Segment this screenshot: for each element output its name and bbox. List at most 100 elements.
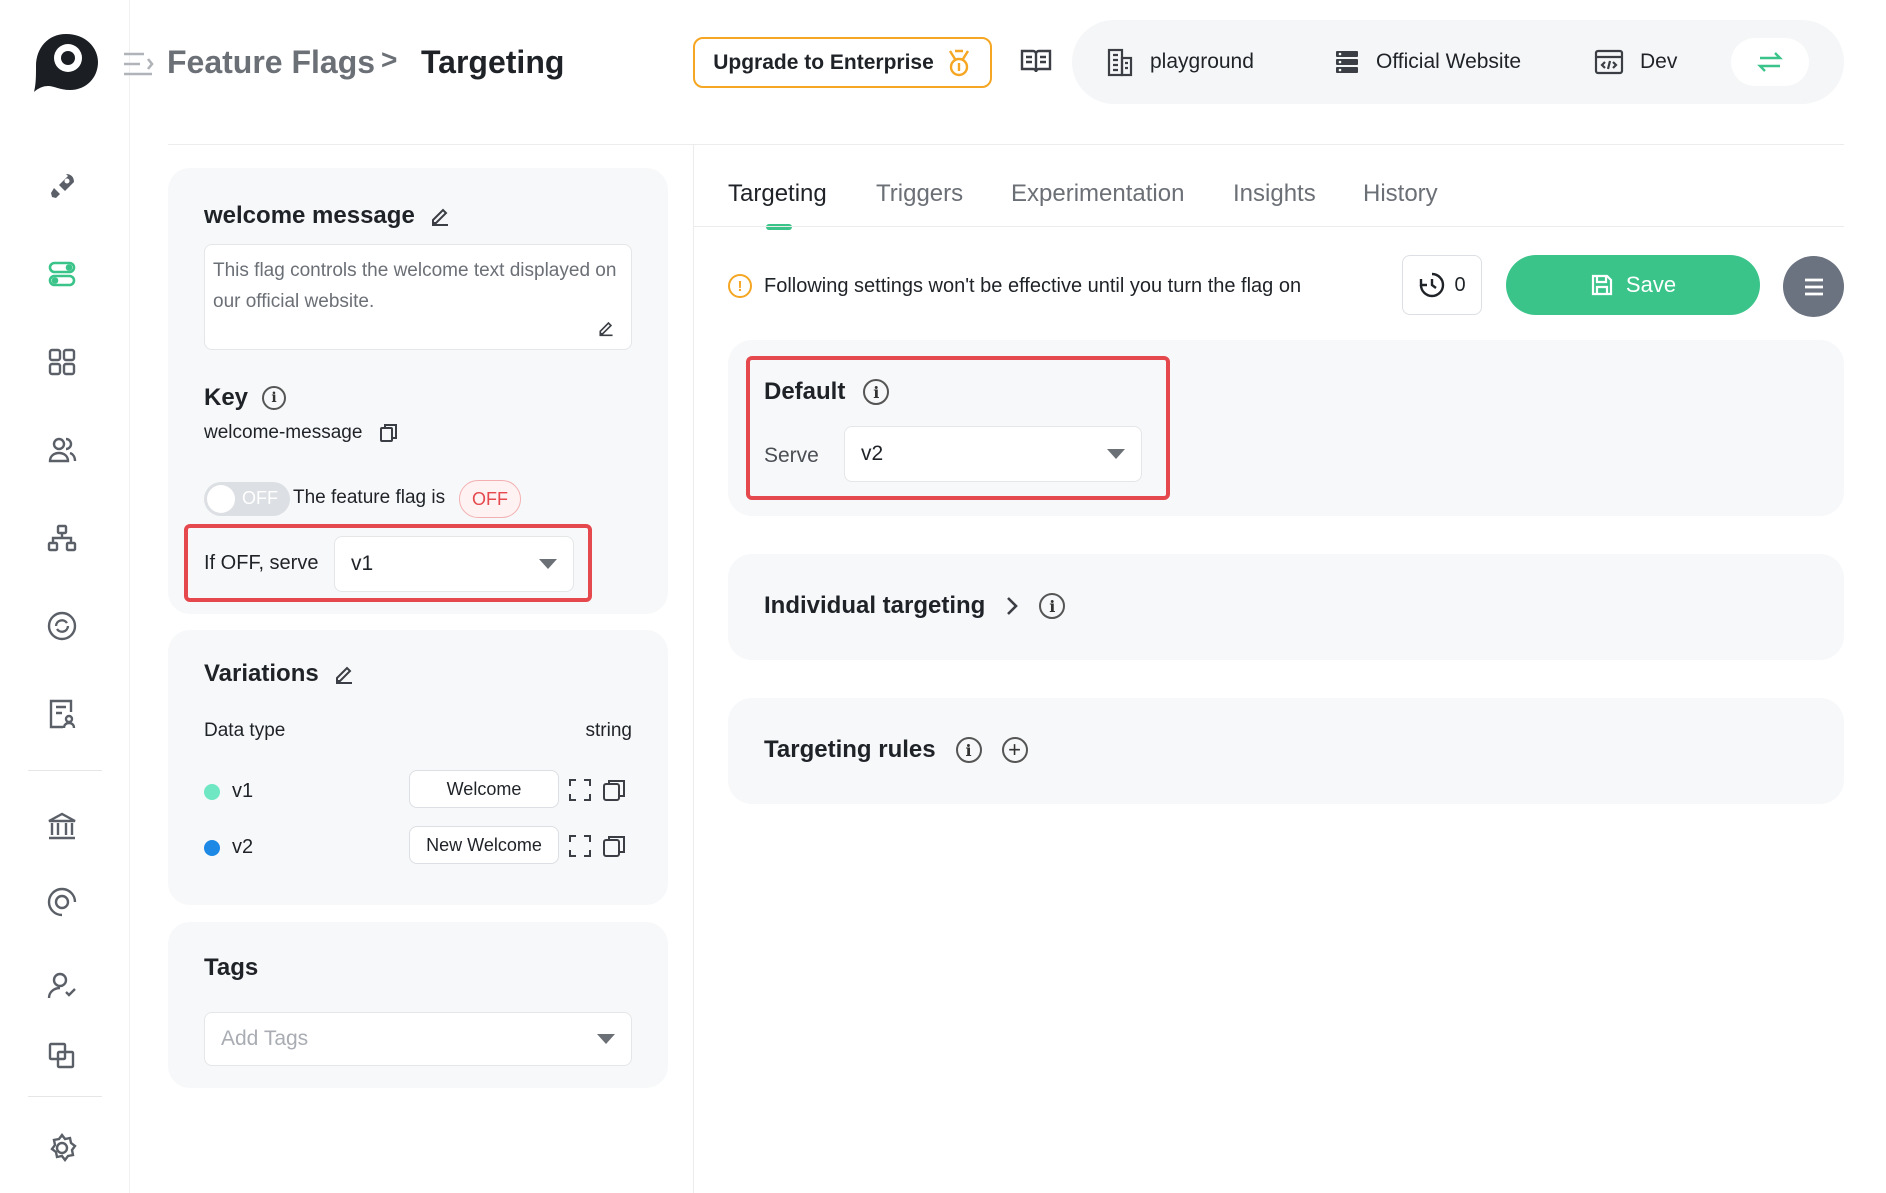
add-rule-plus-icon[interactable]: + bbox=[1001, 737, 1028, 763]
environment-selector[interactable]: Dev bbox=[1594, 20, 1677, 104]
edit-pencil-icon[interactable] bbox=[333, 663, 355, 685]
data-type-value: string bbox=[585, 720, 632, 741]
hamburger-icon bbox=[1804, 278, 1823, 295]
rail-divider bbox=[28, 1096, 102, 1097]
highlight-frame bbox=[184, 524, 592, 602]
project-selector[interactable]: playground bbox=[1106, 20, 1254, 104]
settings-gear-icon[interactable] bbox=[42, 1128, 82, 1168]
dashboard-grid-icon[interactable] bbox=[42, 342, 82, 382]
medal-icon bbox=[946, 49, 972, 77]
flag-name: welcome message bbox=[204, 202, 415, 229]
tags-select[interactable]: Add Tags bbox=[204, 1012, 632, 1066]
project-name: playground bbox=[1150, 50, 1254, 73]
chevron-right-icon[interactable] bbox=[1005, 595, 1019, 617]
column-divider bbox=[693, 144, 694, 1193]
integrations-icon[interactable] bbox=[42, 882, 82, 922]
hierarchy-icon[interactable] bbox=[42, 518, 82, 558]
targeting-rules-heading: Targeting rules bbox=[764, 736, 936, 763]
feature-flag-toggle-icon[interactable] bbox=[42, 254, 82, 294]
server-icon bbox=[1334, 49, 1360, 75]
environment-switcher: playground Official Website Dev bbox=[1072, 20, 1844, 104]
info-icon[interactable]: i bbox=[1039, 593, 1066, 619]
tab-experimentation[interactable]: Experimentation bbox=[1011, 180, 1184, 208]
chevron-down-icon bbox=[597, 1034, 615, 1044]
tab-history[interactable]: History bbox=[1363, 180, 1438, 208]
save-label: Save bbox=[1625, 272, 1677, 297]
flag-status-text: The feature flag is bbox=[293, 487, 446, 508]
targeting-rules-card: Targeting rules i + bbox=[728, 698, 1844, 804]
info-icon[interactable]: i bbox=[262, 386, 287, 410]
data-type-label: Data type bbox=[204, 720, 286, 741]
highlight-frame bbox=[746, 356, 1170, 500]
app-logo[interactable] bbox=[30, 30, 102, 96]
duplicate-icon[interactable] bbox=[602, 834, 626, 858]
copy-icon[interactable] bbox=[380, 423, 398, 443]
users-icon[interactable] bbox=[42, 430, 82, 470]
copy-layers-icon[interactable] bbox=[42, 1036, 82, 1076]
duplicate-icon[interactable] bbox=[602, 778, 626, 802]
swap-environment-button[interactable] bbox=[1731, 38, 1809, 86]
description-box[interactable]: This flag controls the welcome text disp… bbox=[204, 244, 632, 350]
code-window-icon bbox=[1594, 49, 1624, 75]
variation-value-field[interactable]: Welcome bbox=[409, 770, 559, 808]
individual-targeting-heading: Individual targeting bbox=[764, 592, 986, 619]
edit-pencil-icon[interactable] bbox=[429, 205, 451, 227]
tags-placeholder: Add Tags bbox=[221, 1027, 309, 1050]
side-nav bbox=[0, 0, 130, 1193]
upgrade-enterprise-button[interactable]: Upgrade to Enterprise bbox=[693, 37, 992, 88]
active-tab-indicator bbox=[766, 224, 792, 230]
flag-key-value: welcome-message bbox=[204, 422, 363, 443]
expand-icon[interactable] bbox=[568, 778, 592, 802]
flag-toggle-switch[interactable]: OFF bbox=[204, 482, 290, 516]
organization-bank-icon[interactable] bbox=[42, 806, 82, 846]
variation-value-field[interactable]: New Welcome bbox=[409, 826, 559, 864]
schedule-count: 0 bbox=[1454, 273, 1466, 296]
page-title: Targeting bbox=[421, 44, 565, 80]
flag-off-notice: ! Following settings won't be effective … bbox=[728, 274, 1301, 298]
account-icon[interactable] bbox=[42, 966, 82, 1006]
report-icon[interactable] bbox=[42, 694, 82, 734]
variations-heading: Variations bbox=[204, 660, 319, 687]
schedule-button[interactable]: 0 bbox=[1402, 255, 1482, 315]
building-icon bbox=[1106, 47, 1134, 77]
variation-name: v1 bbox=[232, 780, 254, 802]
breadcrumb-parent[interactable]: Feature Flags bbox=[167, 44, 375, 81]
expand-icon[interactable] bbox=[568, 834, 592, 858]
website-name: Official Website bbox=[1376, 50, 1522, 73]
save-button[interactable]: Save bbox=[1506, 255, 1760, 315]
individual-targeting-card[interactable]: Individual targeting i bbox=[728, 554, 1844, 660]
swap-arrows-icon bbox=[1757, 52, 1783, 72]
variation-color-dot bbox=[204, 783, 220, 800]
tabs-divider bbox=[694, 226, 1844, 227]
docs-book-icon[interactable] bbox=[1020, 47, 1052, 75]
rail-divider bbox=[28, 770, 102, 771]
website-selector[interactable]: Official Website bbox=[1334, 20, 1521, 104]
tags-panel: Tags Add Tags bbox=[168, 922, 668, 1088]
key-heading: Key bbox=[204, 384, 249, 411]
variation-color-dot bbox=[204, 839, 220, 856]
variation-row: v2 bbox=[204, 836, 253, 859]
flag-description: This flag controls the welcome text disp… bbox=[213, 260, 617, 312]
collapse-menu-icon[interactable] bbox=[122, 50, 154, 78]
edit-description-icon[interactable] bbox=[597, 319, 615, 337]
info-icon[interactable]: i bbox=[955, 737, 982, 763]
toggle-state-label: OFF bbox=[242, 488, 278, 508]
variations-panel: Variations Data type string v1 Welcome v… bbox=[168, 630, 668, 905]
tags-heading: Tags bbox=[204, 954, 259, 981]
clock-history-icon bbox=[1420, 272, 1445, 298]
upgrade-label: Upgrade to Enterprise bbox=[713, 50, 934, 74]
variation-row: v1 bbox=[204, 780, 253, 803]
flag-status-badge: OFF bbox=[459, 480, 521, 518]
environment-name: Dev bbox=[1640, 50, 1678, 73]
notice-text: Following settings won't be effective un… bbox=[764, 274, 1302, 297]
tab-insights[interactable]: Insights bbox=[1233, 180, 1316, 208]
tab-triggers[interactable]: Triggers bbox=[876, 180, 963, 208]
warning-icon: ! bbox=[728, 274, 752, 298]
sync-circle-icon[interactable] bbox=[42, 606, 82, 646]
tab-targeting[interactable]: Targeting bbox=[728, 180, 827, 208]
breadcrumb-separator: > bbox=[381, 44, 398, 75]
variation-name: v2 bbox=[232, 836, 254, 858]
rocket-icon[interactable] bbox=[42, 166, 82, 206]
floppy-disk-icon bbox=[1591, 274, 1613, 296]
more-menu-button[interactable] bbox=[1783, 256, 1844, 317]
